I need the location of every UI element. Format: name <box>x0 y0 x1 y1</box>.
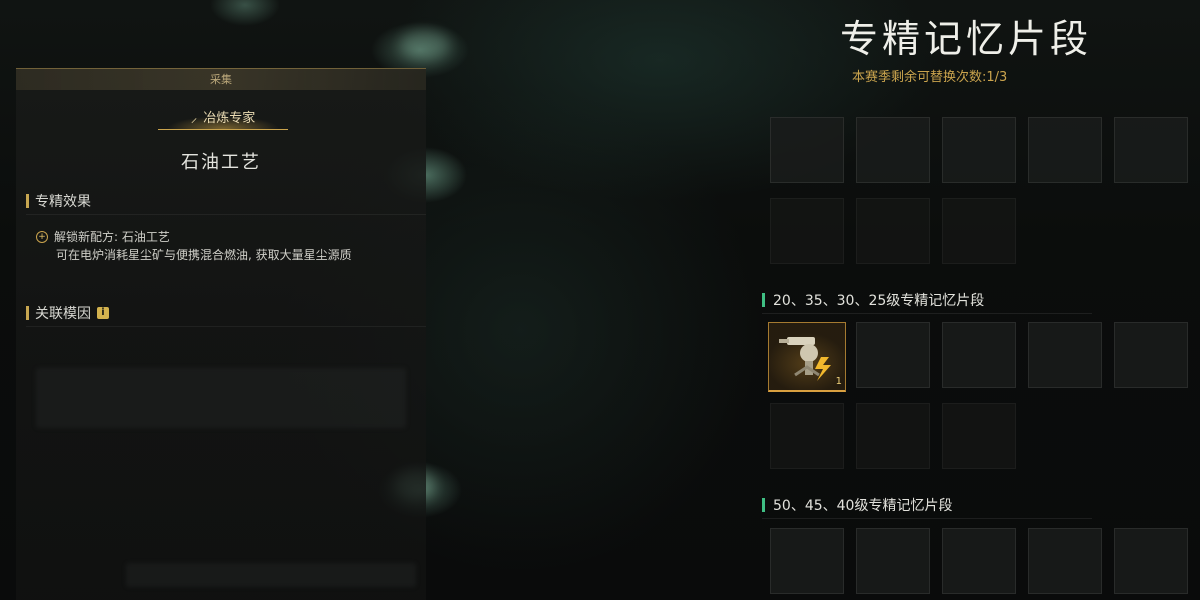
memory-slot[interactable] <box>856 117 930 183</box>
tier-heading: 50、45、40级专精记忆片段 <box>762 496 952 514</box>
effect-section-heading: 专精效果 <box>26 192 91 210</box>
memory-slot[interactable] <box>856 403 930 469</box>
background-glow <box>400 30 450 60</box>
page-title: 专精记忆片段 <box>840 17 1093 61</box>
effect-description: 可在电炉消耗星尘矿与便携混合燃油, 获取大量星尘源质 <box>56 248 352 262</box>
info-icon[interactable]: i <box>97 307 109 319</box>
memory-slot[interactable] <box>1028 528 1102 594</box>
divider <box>26 326 426 327</box>
memory-slot[interactable] <box>942 117 1016 183</box>
memory-slot[interactable] <box>1114 322 1188 388</box>
section-marker <box>26 194 29 208</box>
recipe-title: 石油工艺 <box>181 152 261 173</box>
memory-slot[interactable] <box>770 198 844 264</box>
memory-slot[interactable] <box>942 403 1016 469</box>
pickaxe-icon: ⸝ <box>190 110 198 126</box>
memory-slot[interactable] <box>942 198 1016 264</box>
memory-slot[interactable] <box>770 528 844 594</box>
memory-slot[interactable] <box>856 198 930 264</box>
tier-marker <box>762 293 765 307</box>
unlock-line: 解锁新配方: 石油工艺 <box>54 230 170 244</box>
effect-body: + 解锁新配方: 石油工艺 可在电炉消耗星尘矿与便携混合燃油, 获取大量星尘源质 <box>36 228 426 264</box>
memory-slot[interactable] <box>856 322 930 388</box>
linked-section-heading: 关联模因 i <box>26 304 109 322</box>
equipped-fragment-slot[interactable]: 1 <box>768 322 846 392</box>
memory-slot[interactable] <box>856 528 930 594</box>
memory-slot[interactable] <box>1114 528 1188 594</box>
tier-label: 20、35、30、25级专精记忆片段 <box>773 293 985 309</box>
memory-slot[interactable] <box>1028 322 1102 388</box>
detail-panel: 采集 ⸝ 冶炼专家 石油工艺 专精效果 + 解锁新配方: 石油工艺 可在电炉消耗… <box>16 68 426 600</box>
memory-slot[interactable] <box>1114 117 1188 183</box>
memory-slot[interactable] <box>770 403 844 469</box>
memory-slot[interactable] <box>770 117 844 183</box>
linked-heading-label: 关联模因 <box>35 306 91 322</box>
category-label: 采集 <box>210 73 232 86</box>
fragment-count: 1 <box>835 376 842 387</box>
tier-label: 50、45、40级专精记忆片段 <box>773 498 953 514</box>
season-remaining-count: 本赛季剩余可替换次数:1/3 <box>852 70 1008 85</box>
skill-tag-label: 冶炼专家 <box>203 111 256 126</box>
memory-slot[interactable] <box>1028 117 1102 183</box>
memory-slot[interactable] <box>942 528 1016 594</box>
divider <box>26 214 426 215</box>
turret-fragment-icon <box>779 337 831 381</box>
effect-heading-label: 专精效果 <box>35 194 91 210</box>
plus-icon: + <box>36 231 48 243</box>
skill-tag[interactable]: ⸝ 冶炼专家 <box>158 104 288 130</box>
section-marker <box>26 306 29 320</box>
placeholder-block <box>126 563 416 587</box>
tier-heading: 20、35、30、25级专精记忆片段 <box>762 291 984 309</box>
divider <box>762 313 1092 314</box>
memory-slot[interactable] <box>942 322 1016 388</box>
divider <box>762 518 1092 519</box>
placeholder-block <box>36 368 406 428</box>
tier-marker <box>762 498 765 512</box>
